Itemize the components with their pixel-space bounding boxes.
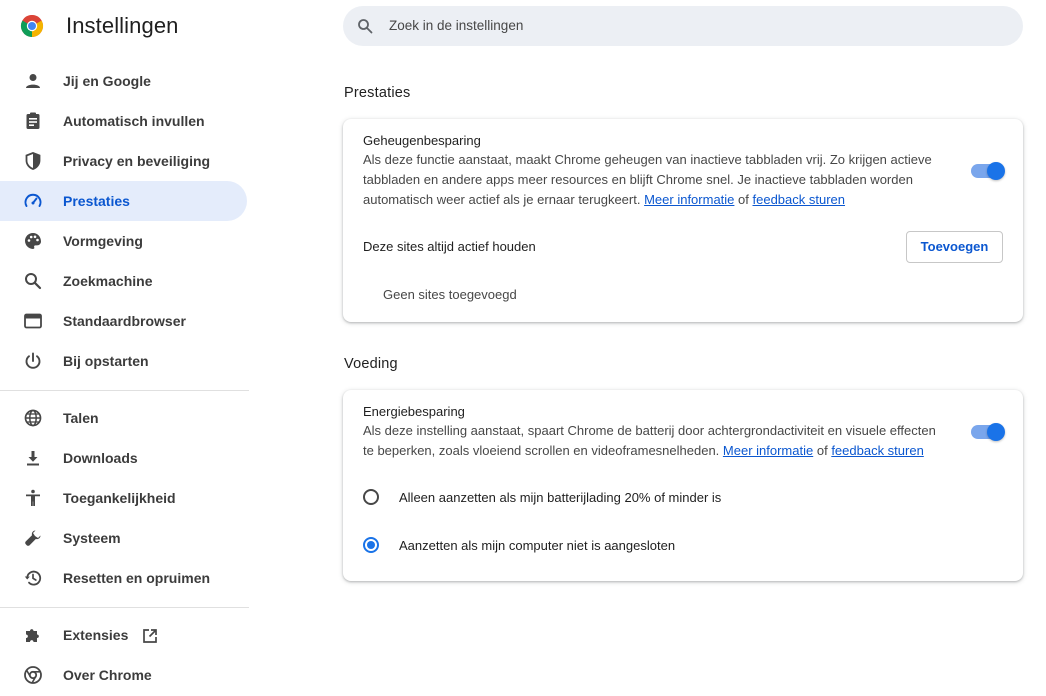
search-icon <box>25 273 42 290</box>
memory-saver-description: Als deze functie aanstaat, maakt Chrome … <box>363 150 943 210</box>
radio-option-battery-20[interactable]: Alleen aanzetten als mijn batterijlading… <box>363 486 1003 510</box>
no-sites-text: Geen sites toegevoegd <box>383 287 517 302</box>
sidebar-item-label: Automatisch invullen <box>63 113 205 129</box>
memory-saver-toggle[interactable] <box>971 162 1005 180</box>
energy-saver-feedback-link[interactable]: feedback sturen <box>831 443 924 458</box>
sidebar-item-you-and-google[interactable]: Jij en Google <box>0 61 247 101</box>
power-card: Energiebesparing Als deze instelling aan… <box>343 390 1023 581</box>
radio-option-unplugged[interactable]: Aanzetten als mijn computer niet is aang… <box>363 534 1003 558</box>
globe-icon <box>24 409 42 427</box>
clipboard-icon <box>26 112 40 129</box>
sidebar-item-label: Talen <box>63 410 99 426</box>
toggle-knob <box>987 162 1005 180</box>
memory-saver-desc-line: tabbladen en andere apps meer resources … <box>363 172 913 187</box>
sidebar-item-autofill[interactable]: Automatisch invullen <box>0 101 247 141</box>
sidebar-item-extensions[interactable]: Extensies <box>0 615 247 655</box>
energy-saver-desc-line: Als deze instelling aanstaat, spaart Chr… <box>363 423 936 438</box>
toggle-knob <box>987 423 1005 441</box>
add-site-button[interactable]: Toevoegen <box>906 231 1003 263</box>
memory-saver-desc-line: automatisch weer actief als je ernaar te… <box>363 190 943 210</box>
energy-saver-desc-text: te beperken, zoals vloeiend scrollen en … <box>363 443 720 458</box>
history-icon <box>24 570 42 586</box>
sidebar-item-label: Zoekmachine <box>63 273 153 289</box>
search-input[interactable]: Zoek in de instellingen <box>389 18 523 34</box>
open-external-icon[interactable] <box>142 628 158 644</box>
sidebar-item-label: Systeem <box>63 530 121 546</box>
accessibility-icon <box>26 489 40 506</box>
sidebar-item-label: Toegankelijkheid <box>63 490 176 506</box>
energy-saver-description: Als deze instelling aanstaat, spaart Chr… <box>363 421 943 461</box>
sidebar-item-reset[interactable]: Resetten en opruimen <box>0 558 247 598</box>
chrome-icon <box>24 666 42 684</box>
energy-saver-toggle[interactable] <box>971 423 1005 441</box>
sidebar-item-privacy[interactable]: Privacy en beveiliging <box>0 141 247 181</box>
memory-saver-desc-text: automatisch weer actief als je ernaar te… <box>363 192 641 207</box>
power-icon <box>25 352 41 369</box>
section-title-power: Voeding <box>344 356 398 372</box>
sidebar-item-label: Extensies <box>63 627 129 643</box>
radio-button-checked[interactable] <box>363 537 379 553</box>
sidebar-item-appearance[interactable]: Vormgeving <box>0 221 247 261</box>
sidebar-item-performance[interactable]: Prestaties <box>0 181 247 221</box>
sidebar-item-languages[interactable]: Talen <box>0 398 247 438</box>
sidebar-item-default-browser[interactable]: Standaardbrowser <box>0 301 247 341</box>
radio-button[interactable] <box>363 489 379 505</box>
memory-saver-learn-more-link[interactable]: Meer informatie <box>644 192 734 207</box>
radio-label: Alleen aanzetten als mijn batterijlading… <box>399 490 722 505</box>
sidebar-item-label: Prestaties <box>63 193 130 209</box>
energy-saver-title: Energiebesparing <box>363 404 465 419</box>
chrome-logo-icon <box>20 14 44 37</box>
shield-icon <box>25 152 41 170</box>
memory-saver-title: Geheugenbesparing <box>363 133 481 148</box>
sidebar-divider <box>0 390 249 391</box>
sidebar-item-label: Jij en Google <box>63 73 151 89</box>
browser-window-icon <box>24 313 42 329</box>
download-icon <box>27 451 39 466</box>
section-title-performance: Prestaties <box>344 85 411 101</box>
always-active-sites-title: Deze sites altijd actief houden <box>363 239 536 254</box>
sidebar-item-search-engine[interactable]: Zoekmachine <box>0 261 247 301</box>
memory-saver-desc-line: Als deze functie aanstaat, maakt Chrome … <box>363 152 932 167</box>
sidebar-item-label: Vormgeving <box>63 233 143 249</box>
page-title: Instellingen <box>66 13 179 38</box>
performance-card: Geheugenbesparing Als deze functie aanst… <box>343 119 1023 322</box>
conjunction-text: of <box>738 192 749 207</box>
sidebar-item-downloads[interactable]: Downloads <box>0 438 247 478</box>
search-icon <box>358 19 373 34</box>
sidebar-item-accessibility[interactable]: Toegankelijkheid <box>0 478 247 518</box>
sidebar-item-label: Bij opstarten <box>63 353 149 369</box>
puzzle-icon <box>26 629 39 642</box>
sidebar-item-label: Over Chrome <box>63 667 152 683</box>
person-icon <box>26 74 40 88</box>
speedometer-icon <box>24 193 42 207</box>
settings-search-bar[interactable]: Zoek in de instellingen <box>343 6 1023 46</box>
palette-icon <box>25 233 41 249</box>
energy-saver-desc-line: te beperken, zoals vloeiend scrollen en … <box>363 441 943 461</box>
sidebar-item-label: Privacy en beveiliging <box>63 153 211 169</box>
sidebar-item-label: Resetten en opruimen <box>63 570 211 586</box>
sidebar-item-label: Downloads <box>63 450 138 466</box>
sidebar-item-on-startup[interactable]: Bij opstarten <box>0 341 247 381</box>
energy-saver-learn-more-link[interactable]: Meer informatie <box>723 443 813 458</box>
sidebar-item-about-chrome[interactable]: Over Chrome <box>0 655 247 695</box>
memory-saver-feedback-link[interactable]: feedback sturen <box>753 192 846 207</box>
sidebar-item-label: Standaardbrowser <box>63 313 186 329</box>
wrench-icon <box>25 530 41 546</box>
conjunction-text: of <box>816 443 828 458</box>
sidebar-item-system[interactable]: Systeem <box>0 518 247 558</box>
sidebar-divider <box>0 607 249 608</box>
radio-label: Aanzetten als mijn computer niet is aang… <box>399 538 676 553</box>
